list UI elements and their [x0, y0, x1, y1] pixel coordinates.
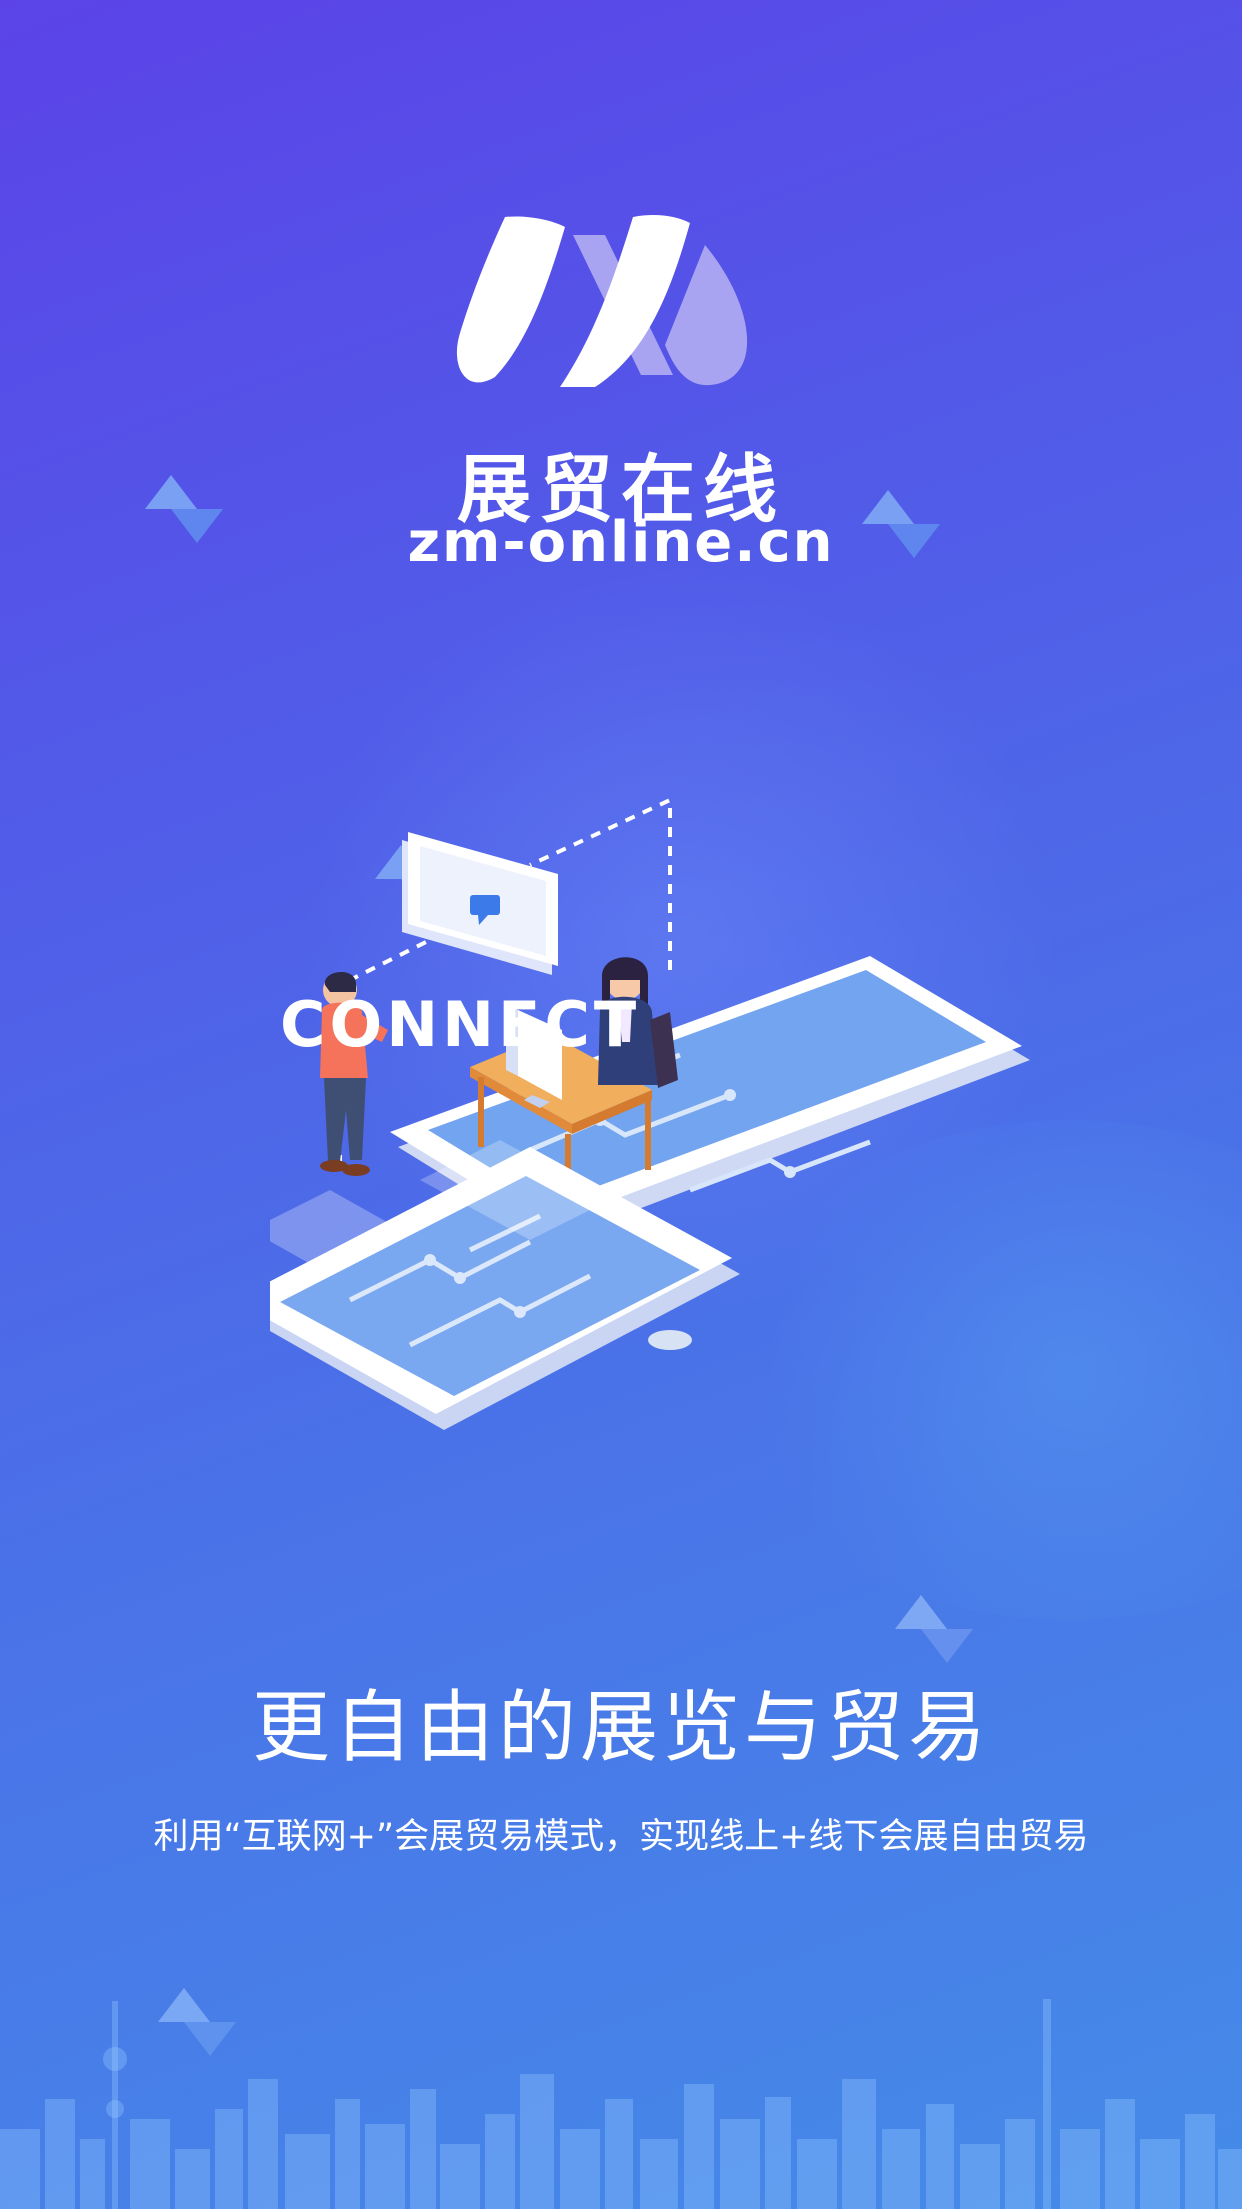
city-skyline-icon [0, 1999, 1242, 2209]
triangle-decoration-icon [145, 475, 223, 543]
splash-screen: 展贸在线 zm-online.cn CONNECT 更自由的展览与贸易 利用“互… [0, 0, 1242, 2209]
connect-label: CONNECT [280, 988, 640, 1061]
description: 利用“互联网+”会展贸易模式，实现线上+线下会展自由贸易 [153, 1817, 1089, 1857]
triangle-decoration-icon [862, 490, 940, 558]
connect-illustration: CONNECT [270, 796, 1030, 1430]
headline: 更自由的展览与贸易 [251, 1683, 990, 1773]
triangle-decoration-icon [895, 1595, 973, 1663]
brand-logo-icon [456, 215, 748, 387]
